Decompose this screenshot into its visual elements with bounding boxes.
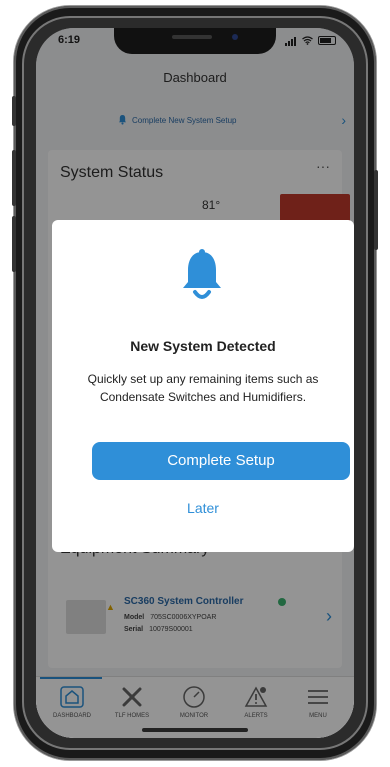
dialog-message: Quickly set up any remaining items such … (87, 372, 319, 404)
new-system-dialog: New System Detected Quickly set up any r… (52, 220, 354, 552)
dialog-title: New System Detected (130, 338, 276, 354)
power-button (374, 170, 378, 250)
home-indicator[interactable] (142, 728, 248, 732)
speaker (172, 35, 212, 39)
side-button (12, 96, 16, 126)
bell-icon (183, 249, 221, 299)
later-button[interactable]: Later (52, 500, 354, 516)
phone-screen: 6:19 Dashboard Complete New System Setup… (36, 28, 354, 738)
notch (114, 28, 276, 54)
complete-setup-button[interactable]: Complete Setup (92, 442, 350, 480)
side-button (12, 150, 16, 206)
camera (232, 34, 238, 40)
side-button (12, 216, 16, 272)
